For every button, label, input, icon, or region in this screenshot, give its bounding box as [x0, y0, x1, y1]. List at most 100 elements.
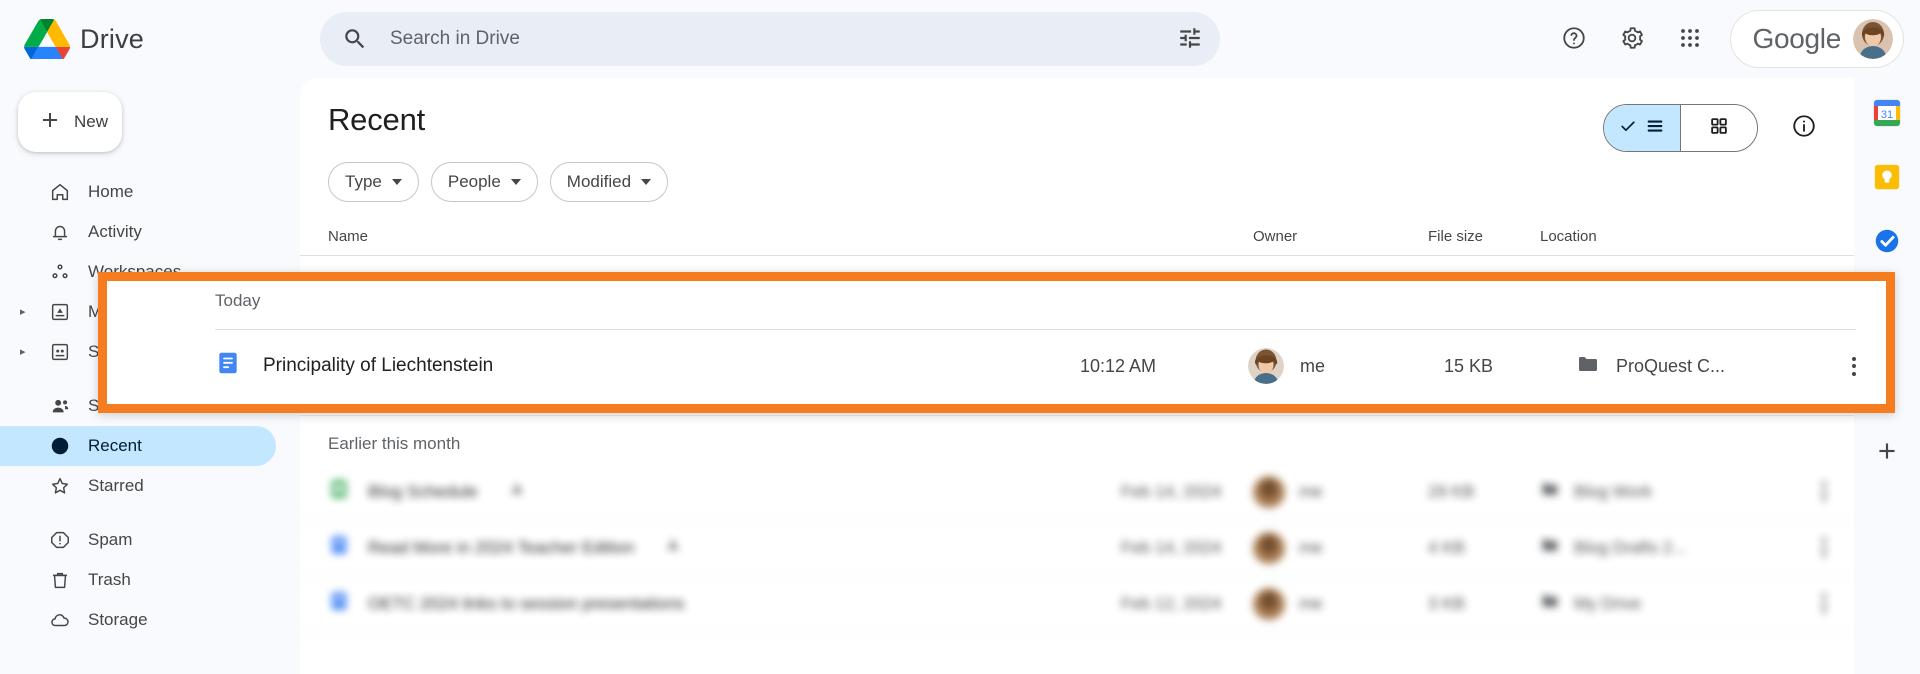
file-location-cell[interactable]: Blog Drafts 2...: [1540, 535, 1770, 560]
row-meta-icons: [508, 480, 526, 503]
file-owner-cell: me: [1248, 348, 1444, 384]
sidebar-item-recent[interactable]: Recent: [0, 426, 276, 466]
owner-avatar: [1253, 475, 1285, 508]
row-more-button[interactable]: [1816, 356, 1856, 376]
folder-icon: [1540, 479, 1560, 504]
file-owner-cell: me: [1253, 587, 1428, 620]
sidebar-item-home[interactable]: Home: [0, 172, 276, 212]
bell-icon: [48, 220, 72, 244]
table-row[interactable]: OETC 2024 links to session presentations…: [300, 576, 1854, 632]
search-options-button[interactable]: [1164, 13, 1216, 65]
details-info-button[interactable]: [1782, 106, 1826, 150]
column-header-size[interactable]: File size: [1428, 228, 1540, 245]
sidebar-item-trash[interactable]: Trash: [0, 560, 276, 600]
brand[interactable]: Drive: [24, 19, 296, 61]
sidebar-item-label: Home: [88, 182, 134, 201]
chevron-down-icon: [641, 179, 652, 185]
group-label-earlier-this-month: Earlier this month: [328, 434, 461, 453]
check-icon: [1618, 116, 1638, 141]
sidebar-item-storage[interactable]: Storage: [0, 600, 276, 640]
grid-icon: [1708, 115, 1730, 142]
file-size: 15 KB: [1444, 355, 1494, 376]
location-name: My Drive: [1574, 593, 1642, 613]
account-word: Google: [1752, 23, 1842, 54]
column-header-name[interactable]: Name: [328, 228, 1253, 245]
spam-icon: [48, 528, 72, 552]
chevron-down-icon: [391, 179, 402, 185]
location-name: Blog Work: [1574, 481, 1653, 501]
sidebar-item-label: Trash: [88, 570, 131, 589]
settings-button[interactable]: [1606, 13, 1658, 65]
drive-logo-icon: [24, 19, 71, 61]
file-modified-time: Feb 14, 2024: [1121, 481, 1222, 501]
help-button[interactable]: [1548, 13, 1600, 65]
new-button[interactable]: New: [18, 92, 122, 152]
row-more-button[interactable]: [1770, 594, 1826, 613]
tune-filter-icon: [1177, 25, 1203, 54]
group-label-today: Today: [215, 291, 261, 310]
info-circle-icon: [1791, 113, 1817, 144]
new-button-label: New: [74, 112, 109, 131]
chevron-right-icon[interactable]: ▸: [20, 306, 32, 318]
search-icon: [342, 26, 368, 52]
sidebar-item-spam[interactable]: Spam: [0, 520, 276, 560]
file-owner-cell: me: [1253, 531, 1428, 564]
highlighted-table-row[interactable]: Principality of Liechtenstein 10:12 AM m…: [107, 331, 1886, 401]
google-docs-icon: [328, 534, 350, 561]
folder-icon: [1540, 591, 1560, 616]
clock-icon: [48, 434, 72, 458]
more-vertical-icon: [1852, 356, 1856, 376]
chevron-right-icon[interactable]: ▸: [20, 346, 32, 358]
file-name: Read More in 2024 Teacher Edition: [368, 537, 635, 557]
google-keep-icon[interactable]: [1870, 160, 1904, 194]
shared-drive-icon: [48, 340, 72, 364]
row-more-button[interactable]: [1770, 538, 1826, 557]
row-more-button[interactable]: [1770, 482, 1826, 501]
file-location-cell[interactable]: ProQuest C...: [1576, 352, 1816, 381]
owner-name: me: [1299, 593, 1323, 613]
star-icon: [48, 474, 72, 498]
trash-icon: [48, 568, 72, 592]
search-input[interactable]: [390, 28, 1164, 50]
more-vertical-icon: [1822, 538, 1826, 557]
google-calendar-icon[interactable]: 31: [1870, 96, 1904, 130]
plus-icon: [1874, 438, 1900, 471]
filter-chip-people[interactable]: People: [430, 162, 538, 202]
grid-view-button[interactable]: [1681, 105, 1757, 151]
shared-people-icon: [508, 480, 526, 503]
account-chip[interactable]: Google: [1729, 10, 1904, 68]
google-tasks-icon[interactable]: [1870, 224, 1904, 258]
sidebar-item-label: Spam: [88, 530, 133, 549]
list-view-button[interactable]: [1604, 105, 1680, 151]
sidebar-item-activity[interactable]: Activity: [0, 212, 276, 252]
folder-icon: [1576, 352, 1600, 381]
apps-grid-icon: [1678, 26, 1702, 53]
column-header-owner[interactable]: Owner: [1253, 228, 1428, 245]
file-name-cell[interactable]: OETC 2024 links to session presentations: [328, 590, 1121, 617]
search-bar[interactable]: [320, 12, 1220, 66]
filter-chip-type[interactable]: Type: [328, 162, 419, 202]
avatar[interactable]: [1853, 19, 1893, 59]
file-name-cell[interactable]: Blog Schedule: [328, 478, 1121, 505]
home-icon: [48, 180, 72, 204]
file-name: OETC 2024 links to session presentations: [368, 593, 685, 613]
column-header-location[interactable]: Location: [1540, 228, 1770, 245]
view-toggle: [1603, 104, 1758, 152]
sidebar-item-starred[interactable]: Starred: [0, 466, 276, 506]
sidebar-item-label: Storage: [88, 610, 148, 629]
file-location-cell[interactable]: Blog Work: [1540, 479, 1770, 504]
filter-chip-label: Type: [345, 172, 382, 191]
google-docs-icon: [328, 590, 350, 617]
brand-name: Drive: [80, 23, 145, 54]
file-size: 4 KB: [1428, 537, 1465, 557]
filter-chip-modified[interactable]: Modified: [549, 162, 669, 202]
add-app-button[interactable]: [1874, 438, 1900, 470]
owner-name: me: [1300, 355, 1326, 376]
file-location-cell[interactable]: My Drive: [1540, 591, 1770, 616]
top-right-controls: Google: [1548, 0, 1904, 78]
table-row[interactable]: Read More in 2024 Teacher Edition Feb 14…: [300, 520, 1854, 576]
table-row[interactable]: Blog Schedule Feb 14, 2024 me 29 KB Blog…: [300, 464, 1854, 520]
file-name-cell[interactable]: Principality of Liechtenstein: [215, 350, 1080, 382]
google-apps-button[interactable]: [1664, 13, 1716, 65]
file-name-cell[interactable]: Read More in 2024 Teacher Edition: [328, 534, 1121, 561]
